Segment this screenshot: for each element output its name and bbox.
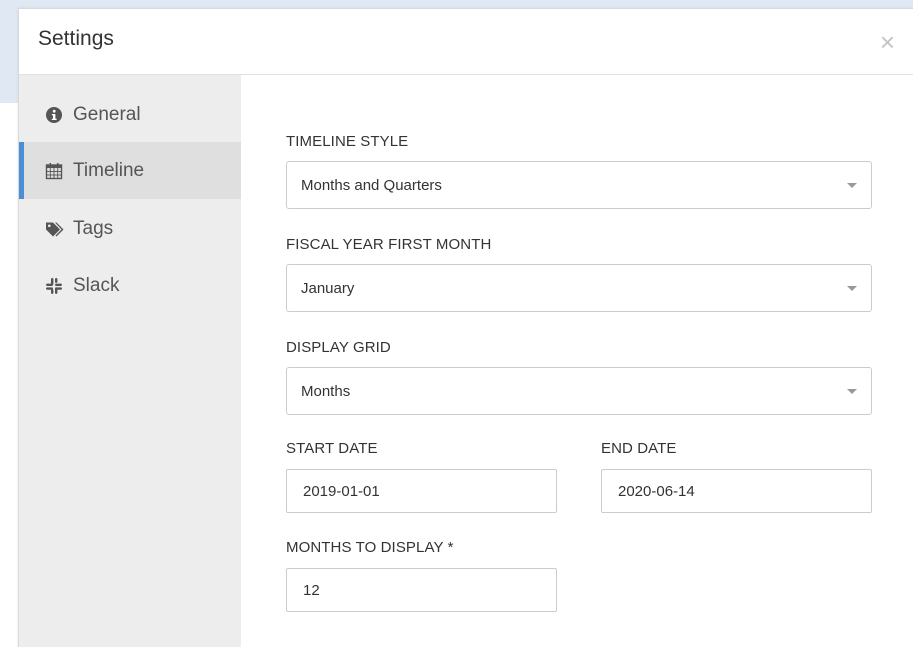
start-date-label: START DATE (286, 440, 378, 457)
chevron-down-icon (847, 389, 857, 394)
calendar-icon (45, 162, 65, 180)
sidebar-item-timeline[interactable]: Timeline (19, 142, 241, 199)
timeline-style-value: Months and Quarters (301, 177, 442, 194)
settings-sidebar: General Timeline Tags Slack (19, 75, 241, 647)
end-date-label: END DATE (601, 440, 677, 457)
sidebar-item-tags[interactable]: Tags (19, 200, 241, 257)
sidebar-item-slack[interactable]: Slack (19, 257, 241, 314)
chevron-down-icon (847, 183, 857, 188)
sidebar-item-general[interactable]: General (19, 86, 241, 143)
modal-header: Settings × (19, 9, 913, 75)
modal-title: Settings (38, 27, 114, 50)
tags-icon (45, 220, 65, 238)
timeline-style-label: TIMELINE STYLE (286, 133, 409, 150)
sidebar-item-label: Timeline (73, 159, 145, 181)
chevron-down-icon (847, 286, 857, 291)
months-to-display-input[interactable] (286, 568, 557, 612)
display-grid-select[interactable]: Months (286, 367, 872, 415)
sidebar-item-label: General (73, 103, 141, 125)
end-date-input[interactable] (601, 469, 872, 513)
timeline-settings-form: TIMELINE STYLE Months and Quarters FISCA… (241, 75, 913, 647)
display-grid-label: DISPLAY GRID (286, 339, 391, 356)
timeline-style-select[interactable]: Months and Quarters (286, 161, 872, 209)
fiscal-year-first-month-select[interactable]: January (286, 264, 872, 312)
display-grid-value: Months (301, 383, 351, 400)
close-button[interactable]: × (880, 29, 895, 55)
sidebar-item-label: Tags (73, 217, 114, 239)
fiscal-year-first-month-label: FISCAL YEAR FIRST MONTH (286, 236, 492, 253)
months-to-display-label: MONTHS TO DISPLAY * (286, 539, 454, 556)
settings-modal: Settings × General Timeline Tags Slack T… (18, 8, 913, 647)
slack-icon (45, 277, 65, 295)
sidebar-item-label: Slack (73, 274, 120, 296)
start-date-input[interactable] (286, 469, 557, 513)
info-circle-icon (45, 106, 65, 124)
fiscal-year-first-month-value: January (301, 280, 355, 297)
